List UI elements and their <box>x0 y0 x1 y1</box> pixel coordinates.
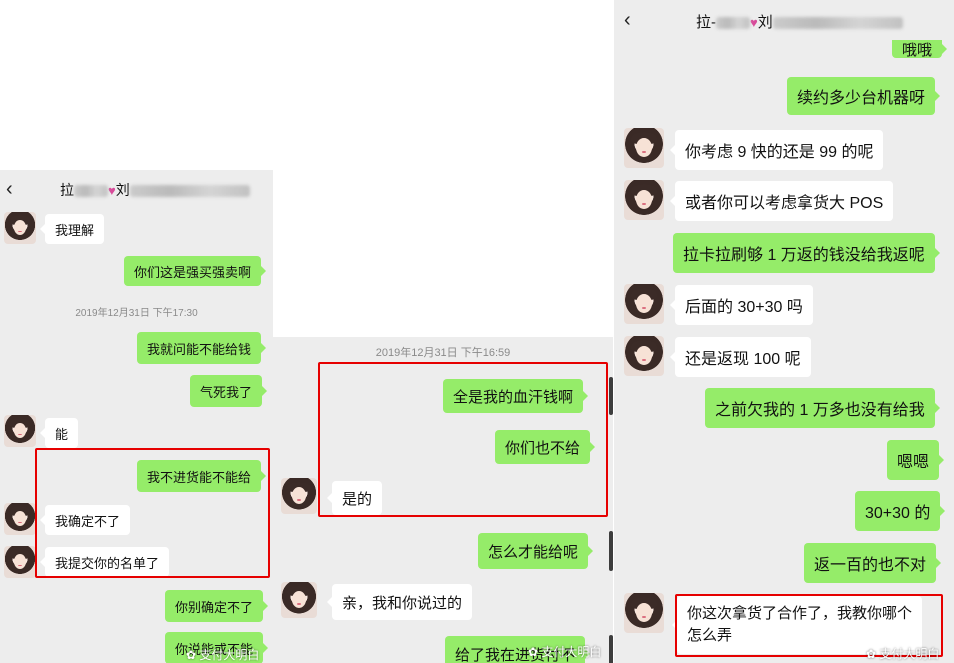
message-bubble-left[interactable]: 后面的 30+30 吗 <box>670 285 813 325</box>
watermark: ✿ 支付大明白 <box>528 645 602 659</box>
chat-title: 拉 ♥刘 <box>60 180 250 200</box>
contact-avatar[interactable] <box>4 503 36 535</box>
contact-avatar[interactable] <box>4 546 36 578</box>
message-bubble-left[interactable]: 是的 <box>326 481 383 515</box>
message-bubble-right[interactable]: 气死我了 <box>190 375 268 407</box>
watermark: ✿ 支付大明白 <box>866 647 940 661</box>
message-bubble-left[interactable]: 或者你可以考虑拿货大 POS <box>669 181 894 221</box>
title-name: 刘 <box>757 14 773 31</box>
message-bubble-right[interactable]: 30+30 的 <box>855 491 946 531</box>
message-bubble-right[interactable]: 你们也不给 <box>495 430 596 464</box>
contact-avatar[interactable] <box>4 415 36 447</box>
message-bubble-right[interactable]: 之前欠我的 1 万多也没有给我 <box>705 388 940 428</box>
back-arrow-icon[interactable]: ‹ <box>6 179 13 199</box>
watermark: ✿ 支付大明白 <box>186 648 260 662</box>
contact-avatar[interactable] <box>624 180 664 220</box>
chat-panel-left: ‹ 拉 ♥刘 我理解 你们这是强买强卖啊 2019年12月31日 下午17:30 … <box>0 170 273 663</box>
contact-avatar[interactable] <box>4 212 36 244</box>
message-bubble-left[interactable]: 你考虑 9 快的还是 99 的呢 <box>669 130 884 170</box>
contact-avatar[interactable] <box>624 284 664 324</box>
chat-title: 拉- ♥刘 <box>696 11 903 32</box>
contact-avatar[interactable] <box>624 336 664 376</box>
title-prefix: 拉 <box>60 182 74 198</box>
contact-avatar[interactable] <box>624 593 664 633</box>
message-bubble-right[interactable]: 你们这是强买强卖啊 <box>124 256 267 286</box>
title-prefix: 拉- <box>696 14 716 31</box>
message-bubble-right[interactable]: 嗯嗯 <box>887 440 945 480</box>
message-bubble-left[interactable]: 亲，我和你说过的 <box>326 584 473 620</box>
message-bubble-left[interactable]: 我确定不了 <box>39 505 131 535</box>
message-bubble-right[interactable]: 全是我的血汗钱啊 <box>443 379 589 413</box>
message-bubble-right[interactable]: 怎么才能给呢 <box>478 533 594 569</box>
heart-icon: ♥ <box>108 183 116 198</box>
message-bubble-left[interactable]: 能 <box>39 418 79 448</box>
wechat-icon: ✿ <box>186 648 197 662</box>
message-bubble-left[interactable]: 还是返现 100 呢 <box>670 337 811 377</box>
contact-avatar[interactable] <box>624 128 664 168</box>
chat-header: ‹ 拉- ♥刘 <box>614 0 954 40</box>
wechat-icon: ✿ <box>528 645 539 659</box>
chat-header: ‹ 拉 ♥刘 <box>0 170 273 208</box>
message-bubble-right[interactable]: 哦哦 <box>892 40 948 59</box>
chat-panel-middle: 2019年12月31日 下午16:59 全是我的血汗钱啊 你们也不给 是的 怎么… <box>273 337 613 663</box>
message-bubble-left[interactable]: 我提交你的名单了 <box>39 547 170 577</box>
timestamp: 2019年12月31日 下午17:30 <box>75 308 198 319</box>
wechat-icon: ✿ <box>866 647 877 661</box>
heart-icon: ♥ <box>750 15 758 30</box>
contact-avatar[interactable] <box>281 478 317 514</box>
timestamp: 2019年12月31日 下午16:59 <box>375 347 511 359</box>
message-bubble-right[interactable]: 续约多少台机器呀 <box>787 77 941 115</box>
contact-avatar[interactable] <box>281 582 317 618</box>
message-bubble-right[interactable]: 我就问能不能给钱 <box>137 332 267 364</box>
screenshot-collage: ‹ 拉 ♥刘 我理解 你们这是强买强卖啊 2019年12月31日 下午17:30 … <box>0 0 954 663</box>
message-bubble-right[interactable]: 返一百的也不对 <box>804 543 942 583</box>
message-bubble-right[interactable]: 我不进货能不能给 <box>137 460 267 492</box>
message-bubble-right[interactable]: 拉卡拉刷够 1 万返的钱没给我返呢 <box>673 233 940 273</box>
title-name: 刘 <box>115 182 130 198</box>
back-arrow-icon[interactable]: ‹ <box>624 10 631 30</box>
message-bubble-left[interactable]: 我理解 <box>39 214 105 244</box>
chat-panel-right: ‹ 拉- ♥刘 哦哦 续约多少台机器呀 你考虑 9 快的还是 99 的呢 或者你可… <box>614 0 954 663</box>
message-bubble-right[interactable]: 你别确定不了 <box>165 590 269 622</box>
